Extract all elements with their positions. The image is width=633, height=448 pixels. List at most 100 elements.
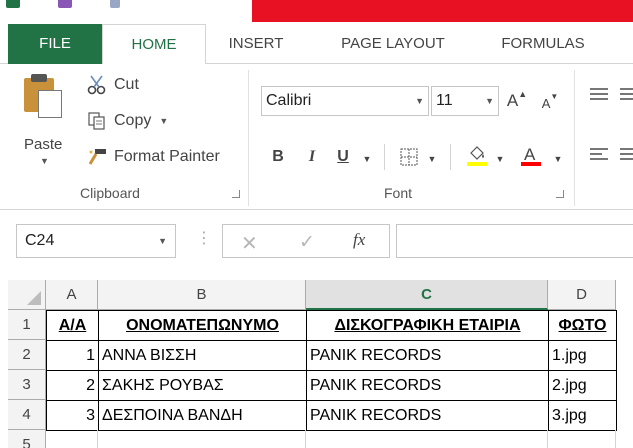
divider — [384, 144, 385, 170]
worksheet-grid: A B C D 1 Α/Α ΟΝΟΜΑΤΕΠΩΝΥΜΟ ΔΙΣΚΟΓΡΑΦΙΚΗ… — [0, 280, 633, 448]
select-all-button[interactable] — [8, 280, 46, 310]
bold-button[interactable]: B — [268, 144, 288, 170]
cell-b5[interactable] — [98, 430, 306, 448]
borders-icon — [400, 148, 418, 166]
cell-d2[interactable]: 1.jpg — [548, 340, 617, 371]
cell-a1[interactable]: Α/Α — [46, 310, 99, 341]
row-header[interactable]: 2 — [8, 340, 46, 370]
chevron-down-icon[interactable]: ▼ — [158, 236, 167, 246]
cell-c2[interactable]: PANIK RECORDS — [306, 340, 549, 371]
tab-insert[interactable]: INSERT — [214, 24, 298, 64]
underline-button[interactable]: U — [333, 144, 353, 170]
formula-bar-grip-icon[interactable]: ⋮ — [196, 228, 212, 248]
top-align-icon[interactable] — [590, 88, 608, 103]
cell-b1[interactable]: ΟΝΟΜΑΤΕΠΩΝΥΜΟ — [98, 310, 307, 341]
copy-icon — [86, 110, 108, 132]
row-header[interactable]: 3 — [8, 370, 46, 400]
column-header-b[interactable]: B — [98, 280, 306, 310]
font-launcher-icon[interactable] — [556, 190, 564, 198]
align-left-icon[interactable] — [590, 148, 608, 163]
row-header[interactable]: 1 — [8, 310, 46, 340]
check-icon[interactable]: ✓ — [299, 231, 315, 254]
cut-label: Cut — [114, 76, 139, 93]
cell-c3[interactable]: PANIK RECORDS — [306, 370, 549, 401]
paste-dropdown-icon[interactable]: ▼ — [40, 156, 49, 166]
font-size-select[interactable]: 11 ▼ — [431, 86, 499, 116]
align-center-icon[interactable] — [620, 148, 633, 163]
fill-color-dropdown-icon[interactable]: ▼ — [494, 146, 506, 172]
middle-align-icon[interactable] — [620, 88, 633, 103]
copy-button[interactable]: Copy ▼ — [86, 108, 168, 134]
column-header-a[interactable]: A — [46, 280, 98, 310]
font-group-label: Font — [384, 185, 413, 201]
row-header[interactable]: 5 — [8, 430, 46, 448]
undo-icon[interactable] — [110, 0, 120, 8]
borders-button[interactable] — [398, 144, 420, 170]
clipboard-group-label: Clipboard — [80, 185, 140, 201]
cell-d3[interactable]: 2.jpg — [548, 370, 617, 401]
format-painter-button[interactable]: Format Painter — [86, 144, 220, 170]
cell-d5[interactable] — [548, 430, 616, 448]
borders-dropdown-icon[interactable]: ▼ — [426, 146, 438, 172]
paste-label: Paste — [24, 136, 63, 153]
quick-access-toolbar — [6, 0, 120, 10]
cell-b2[interactable]: ΑΝΝΑ ΒΙΣΣΗ — [98, 340, 307, 371]
underline-dropdown-icon[interactable]: ▼ — [361, 146, 373, 172]
cell-a4[interactable]: 3 — [46, 400, 99, 431]
tab-file[interactable]: FILE — [8, 24, 102, 64]
ribbon-tabs: FILE HOME INSERT PAGE LAYOUT FORMULAS — [0, 24, 633, 65]
paste-button[interactable]: Paste ▼ — [16, 72, 76, 176]
group-separator — [574, 70, 575, 206]
font-size-value: 11 — [436, 92, 453, 109]
font-color-dropdown-icon[interactable]: ▼ — [552, 146, 564, 172]
cell-a3[interactable]: 2 — [46, 370, 99, 401]
divider — [450, 144, 451, 170]
format-painter-label: Format Painter — [114, 148, 220, 165]
cell-a2[interactable]: 1 — [46, 340, 99, 371]
copy-dropdown-icon[interactable]: ▼ — [159, 116, 168, 126]
excel-app-icon — [6, 0, 20, 8]
font-color-icon: A — [521, 145, 541, 166]
italic-button[interactable]: I — [302, 144, 322, 170]
ribbon-home: Paste ▼ Cut Copy ▼ Format Painter Clipbo… — [0, 64, 633, 210]
tab-page-layout[interactable]: PAGE LAYOUT — [318, 24, 468, 64]
cut-button[interactable]: Cut — [86, 72, 139, 98]
font-color-button[interactable]: A — [518, 142, 544, 168]
save-icon[interactable] — [58, 0, 72, 8]
name-box-value: C24 — [25, 232, 55, 249]
cell-b4[interactable]: ΔΕΣΠΟΙΝΑ ΒΑΝΔΗ — [98, 400, 307, 431]
paintbrush-icon — [86, 146, 108, 168]
tab-formulas[interactable]: FORMULAS — [478, 24, 608, 64]
row-header[interactable]: 4 — [8, 400, 46, 430]
decrease-font-size-button[interactable]: A ▼ — [540, 90, 560, 116]
copy-label: Copy — [114, 112, 152, 129]
cell-c5[interactable] — [306, 430, 548, 448]
name-box[interactable]: C24 ▼ — [16, 224, 176, 258]
chevron-down-icon: ▼ — [485, 96, 494, 106]
formula-bar: C24 ▼ ⋮ ✕ ✓ fx — [0, 218, 633, 266]
cell-c1[interactable]: ΔΙΣΚΟΓΡΑΦΙΚΗ ΕΤΑΙΡΙΑ — [306, 310, 549, 341]
cancel-icon[interactable]: ✕ — [241, 231, 258, 256]
tab-home[interactable]: HOME — [102, 24, 206, 65]
paint-bucket-icon — [467, 146, 487, 166]
cell-c4[interactable]: PANIK RECORDS — [306, 400, 549, 431]
scissors-icon — [86, 74, 108, 96]
column-header-d[interactable]: D — [548, 280, 616, 310]
font-name-value: Calibri — [266, 92, 312, 109]
clipboard-launcher-icon[interactable] — [232, 190, 240, 198]
formula-bar-buttons: ✕ ✓ fx — [222, 224, 390, 258]
increase-font-size-button[interactable]: A ▲ — [506, 88, 528, 114]
group-separator — [248, 70, 249, 206]
formula-input[interactable] — [396, 224, 633, 258]
cell-d1[interactable]: ΦΩΤΟ — [548, 310, 617, 341]
title-bar — [0, 0, 633, 22]
chevron-down-icon: ▼ — [415, 96, 424, 106]
svg-text:A: A — [524, 145, 536, 164]
cell-d4[interactable]: 3.jpg — [548, 400, 617, 431]
cell-a5[interactable] — [46, 430, 98, 448]
cell-b3[interactable]: ΣΑΚΗΣ ΡΟΥΒΑΣ — [98, 370, 307, 401]
column-header-c[interactable]: C — [306, 280, 548, 310]
insert-function-icon[interactable]: fx — [353, 230, 365, 250]
font-name-select[interactable]: Calibri ▼ — [261, 86, 429, 116]
fill-color-button[interactable] — [464, 142, 490, 168]
